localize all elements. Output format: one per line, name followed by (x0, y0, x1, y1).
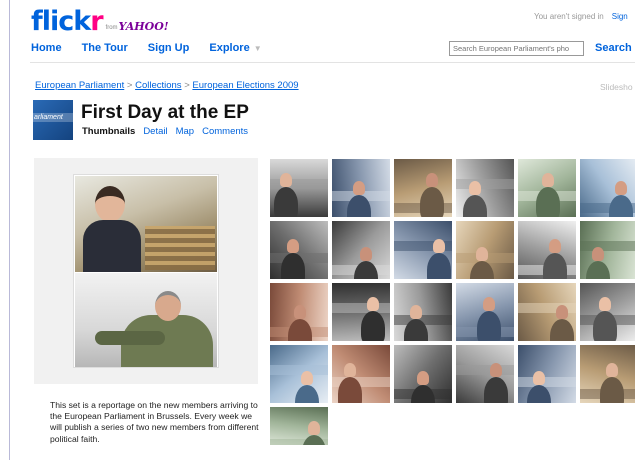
breadcrumb: European Parliament > Collections > Euro… (35, 80, 299, 91)
photo-thumbnail[interactable] (269, 344, 329, 404)
photo-thumbnail[interactable] (455, 282, 515, 342)
set-primary-panel (34, 158, 258, 384)
photo-young-man (75, 176, 217, 272)
photo-thumbnail[interactable] (393, 158, 453, 218)
tab-comments[interactable]: Comments (202, 126, 248, 137)
search-button[interactable]: Search (595, 42, 632, 54)
signin-text: You aren't signed in (534, 12, 604, 21)
photo-thumbnail[interactable] (579, 344, 635, 404)
photo-thumbnail[interactable] (269, 158, 329, 218)
view-tabs: Thumbnails Detail Map Comments (82, 126, 256, 137)
breadcrumb-separator: > (126, 80, 133, 91)
tab-map[interactable]: Map (176, 126, 194, 137)
photo-thumbnail[interactable] (455, 344, 515, 404)
nav-home[interactable]: Home (31, 42, 62, 54)
breadcrumb-separator: > (184, 80, 190, 91)
nav-explore[interactable]: Explore ▼ (209, 42, 261, 54)
photo-thumbnail[interactable] (517, 220, 577, 280)
photo-thumbnail[interactable] (579, 220, 635, 280)
main-nav: Home The Tour Sign Up Explore ▼ (31, 42, 282, 54)
set-description: This set is a reportage on the new membe… (50, 400, 259, 444)
photo-thumbnail[interactable] (517, 158, 577, 218)
photo-thumbnail[interactable] (455, 158, 515, 218)
flickr-logo[interactable]: flickr from YAHOO! (31, 8, 169, 38)
browser-frame: flickr from YAHOO! You aren't signed in S… (9, 0, 635, 460)
tab-detail[interactable]: Detail (143, 126, 167, 137)
photo-older-man (75, 273, 217, 367)
chevron-down-icon[interactable]: ▼ (254, 44, 262, 53)
yahoo-logo: YAHOO! (118, 20, 169, 33)
set-avatar-text: arliament (34, 114, 63, 121)
logo-from: from (105, 25, 118, 31)
photo-thumbnail[interactable] (579, 158, 635, 218)
search-input[interactable] (449, 41, 584, 56)
tab-thumbnails[interactable]: Thumbnails (82, 126, 135, 137)
nav-sign-up[interactable]: Sign Up (148, 42, 190, 54)
photo-thumbnail[interactable] (393, 344, 453, 404)
photo-thumbnail[interactable] (517, 344, 577, 404)
breadcrumb-european-elections-2009[interactable]: European Elections 2009 (192, 80, 298, 91)
primary-photo[interactable] (73, 174, 219, 368)
nav-explore-label: Explore (209, 42, 250, 54)
photo-thumbnail[interactable] (331, 220, 391, 280)
thumbnail-grid (269, 158, 635, 460)
photo-thumbnail[interactable] (393, 220, 453, 280)
photo-thumbnail[interactable] (331, 158, 391, 218)
nav-the-tour[interactable]: The Tour (82, 42, 128, 54)
header-divider (30, 62, 635, 63)
photo-thumbnail[interactable] (269, 406, 329, 446)
photo-thumbnail[interactable] (517, 282, 577, 342)
logo-part2: r (90, 6, 103, 37)
slideshow-link[interactable]: Slidesho (600, 82, 633, 92)
logo-part1: flick (31, 6, 91, 37)
breadcrumb-european-parliament[interactable]: European Parliament (35, 80, 124, 91)
photo-thumbnail[interactable] (331, 344, 391, 404)
photo-thumbnail[interactable] (269, 282, 329, 342)
photo-thumbnail[interactable] (331, 282, 391, 342)
signin-status: You aren't signed in Sign (534, 12, 628, 21)
breadcrumb-collections[interactable]: Collections (135, 80, 181, 91)
set-avatar[interactable]: arliament (33, 100, 73, 140)
photo-thumbnail[interactable] (269, 220, 329, 280)
photo-thumbnail[interactable] (393, 282, 453, 342)
page-title: First Day at the EP (81, 102, 249, 123)
photo-thumbnail[interactable] (579, 282, 635, 342)
signin-link[interactable]: Sign (612, 12, 628, 21)
photo-thumbnail[interactable] (455, 220, 515, 280)
